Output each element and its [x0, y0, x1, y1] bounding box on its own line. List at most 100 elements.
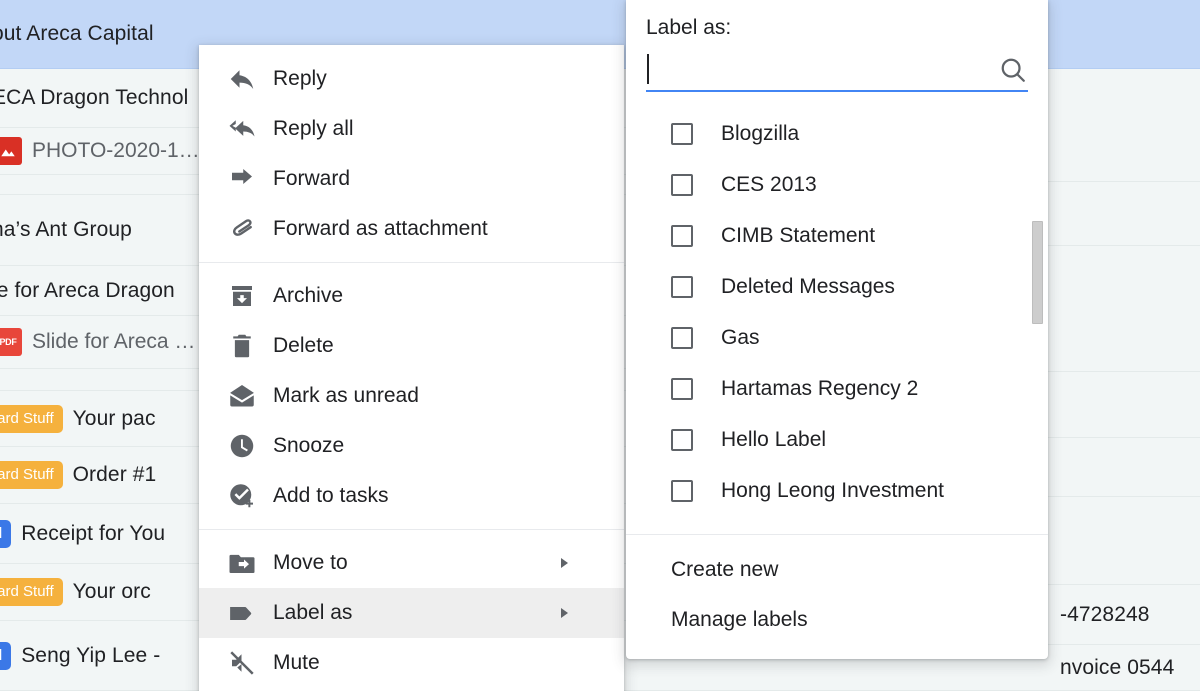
menu-item-label: Snooze — [273, 434, 345, 457]
label-list-item-name: Gas — [721, 325, 760, 349]
menu-item-label: Mute — [273, 651, 320, 674]
menu-item-archive[interactable]: Archive — [199, 271, 624, 321]
menu-item-add-to-tasks[interactable]: Add to tasks — [199, 471, 624, 521]
thread-subject-text: nvoice 0544 — [1060, 655, 1175, 679]
thread-label-chip: yPal — [0, 519, 12, 548]
label-list-item[interactable]: Hartamas Regency 2 — [626, 363, 1048, 414]
mute-icon — [227, 648, 261, 678]
menu-item-label: Reply all — [273, 117, 354, 140]
menu-item-label: Move to — [273, 551, 348, 574]
label-search-input[interactable] — [646, 57, 990, 83]
menu-item-label-as[interactable]: Label as — [199, 588, 624, 638]
thread-subject-text: Your orc — [72, 580, 151, 603]
chevron-right-icon — [561, 608, 568, 618]
pdf-file-icon: PDF — [0, 328, 22, 356]
label-action-text: Create new — [671, 558, 779, 581]
label-list-item[interactable]: Gas — [626, 312, 1048, 363]
label-list-item-name: Blogzilla — [721, 121, 800, 145]
task-add-icon — [227, 481, 261, 511]
label-list-item-name: Hong Leong Investment — [721, 478, 944, 502]
label-action-create-new[interactable]: Create new — [626, 545, 1048, 595]
menu-item-reply-all[interactable]: Reply all — [199, 104, 624, 154]
label-list-item[interactable]: Deleted Messages — [626, 261, 1048, 312]
mail-thread-row[interactable] — [1048, 246, 1200, 372]
label-list-item-name: Hello Label — [721, 427, 827, 451]
label-list-item[interactable]: Hello Label — [626, 414, 1048, 465]
menu-separator — [199, 262, 624, 263]
checkbox-icon[interactable] — [671, 479, 693, 502]
mail-thread-row[interactable] — [1048, 438, 1200, 497]
menu-item-label: Reply — [273, 67, 327, 90]
label-list-item[interactable]: Hong Leong Investment — [626, 465, 1048, 516]
thread-subject-text: le for Areca Dragon — [0, 278, 175, 302]
menu-item-move-to[interactable]: Move to — [199, 538, 624, 588]
menu-item-label: Add to tasks — [273, 484, 389, 507]
checkbox-icon[interactable] — [671, 224, 693, 247]
clock-icon — [227, 431, 261, 461]
context-menu: Reply Reply all Forward Forward as attachme… — [199, 45, 624, 691]
mail-thread-row[interactable] — [1048, 69, 1200, 182]
menu-item-forward[interactable]: Forward — [199, 154, 624, 204]
chevron-right-icon — [561, 558, 568, 568]
mail-thread-row[interactable] — [1048, 497, 1200, 585]
checkbox-icon[interactable] — [671, 173, 693, 196]
thread-subject-text: na’s Ant Group — [0, 218, 132, 241]
menu-item-forward-as-attachment[interactable]: Forward as attachment — [199, 204, 624, 254]
search-icon[interactable] — [998, 55, 1028, 85]
checkbox-icon[interactable] — [671, 377, 693, 400]
thread-subject-text: Receipt for You — [21, 521, 166, 545]
attachment-tile[interactable]: PHOTO-2020-1… — [0, 137, 200, 165]
label-list-item-name: Deleted Messages — [721, 274, 895, 298]
label-list-item[interactable]: CES 2013 — [626, 159, 1048, 210]
label-tag-icon — [227, 598, 261, 628]
menu-item-delete[interactable]: Delete — [199, 321, 624, 371]
label-action-text: Manage labels — [671, 608, 808, 631]
checkbox-icon[interactable] — [671, 122, 693, 145]
menu-item-label: Forward as attachment — [273, 217, 488, 240]
text-caret — [647, 54, 649, 84]
menu-item-label: Delete — [273, 334, 334, 357]
label-list[interactable]: Blogzilla CES 2013 CIMB Statement Deleted M… — [626, 94, 1048, 534]
attachment-tile[interactable]: PDF Slide for Areca … — [0, 328, 195, 356]
label-list-item[interactable]: CIMB Statement — [626, 210, 1048, 261]
label-panel-actions: Create new Manage labels — [626, 545, 1048, 645]
menu-item-mark-as-unread[interactable]: Mark as unread — [199, 371, 624, 421]
move-to-folder-icon — [227, 548, 261, 578]
mail-thread-row[interactable] — [1048, 372, 1200, 438]
context-menu-items: Reply Reply all Forward Forward as attachme… — [199, 54, 624, 688]
thread-label-chip: yPal — [0, 641, 12, 670]
label-panel-footer: Create new Manage labels — [626, 534, 1048, 659]
label-search-field[interactable] — [646, 50, 1028, 92]
menu-item-mute[interactable]: Mute — [199, 638, 624, 688]
checkbox-icon[interactable] — [671, 326, 693, 349]
thread-subject-text: Seng Yip Lee - — [21, 643, 161, 667]
mail-thread-row[interactable]: -4728248 — [1048, 585, 1200, 645]
label-list-item-name: Hartamas Regency 2 — [721, 376, 919, 400]
thread-subject-text: ECA Dragon Technol — [0, 86, 189, 109]
label-list-scrollbar-thumb[interactable] — [1032, 221, 1043, 324]
thread-subject-text: Your pac — [72, 406, 156, 430]
menu-item-label: Label as — [273, 601, 353, 624]
thread-subject-text: -4728248 — [1060, 602, 1150, 626]
mail-thread-row-selected-right[interactable] — [1048, 0, 1200, 69]
checkbox-icon[interactable] — [671, 275, 693, 298]
trash-icon — [227, 331, 261, 361]
label-as-submenu-panel: Label as: Blogzilla CES 2013 CIMB Statemen… — [626, 0, 1048, 659]
thread-label-chip: yboard Stuff — [0, 578, 63, 606]
label-action-manage-labels[interactable]: Manage labels — [626, 595, 1048, 645]
label-list-items: Blogzilla CES 2013 CIMB Statement Deleted M… — [626, 108, 1048, 516]
mail-thread-row[interactable] — [1048, 182, 1200, 246]
thread-label-chip: yboard Stuff — [0, 461, 63, 489]
menu-item-label: Mark as unread — [273, 384, 419, 407]
mail-thread-row[interactable]: nvoice 0544 — [1048, 645, 1200, 691]
thread-subject-text: Order #1 — [72, 463, 157, 486]
menu-item-label: Forward — [273, 167, 351, 190]
reply-all-icon — [227, 114, 261, 144]
label-panel-header: Label as: — [626, 0, 1048, 94]
label-list-item[interactable]: Blogzilla — [626, 108, 1048, 159]
reply-icon — [227, 64, 261, 94]
menu-item-reply[interactable]: Reply — [199, 54, 624, 104]
screen: out Areca Capital ECA Dragon Technol PHOTO… — [0, 0, 1200, 691]
menu-item-snooze[interactable]: Snooze — [199, 421, 624, 471]
checkbox-icon[interactable] — [671, 428, 693, 451]
